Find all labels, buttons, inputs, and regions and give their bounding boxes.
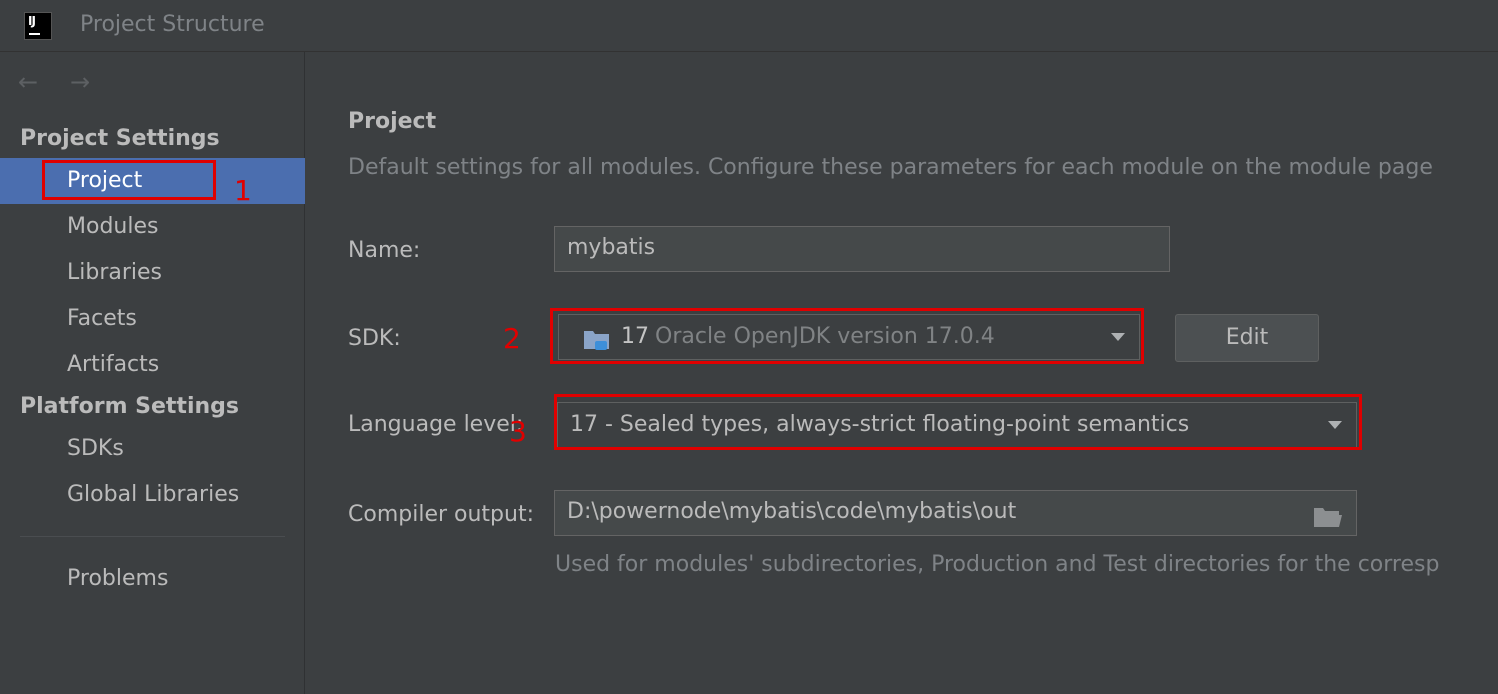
sidebar-item-project[interactable]: Project	[0, 158, 305, 204]
compiler-output-hint: Used for modules' subdirectories, Produc…	[555, 552, 1440, 577]
intellij-idea-icon: IJ	[24, 12, 52, 40]
sdk-dropdown[interactable]: 17 Oracle OpenJDK version 17.0.4	[558, 314, 1140, 360]
sidebar-item-label: Facets	[67, 306, 137, 331]
sidebar-item-problems[interactable]: Problems	[0, 556, 305, 602]
sidebar-divider	[20, 536, 285, 537]
sidebar-item-libraries[interactable]: Libraries	[0, 250, 305, 296]
sidebar-item-sdks[interactable]: SDKs	[0, 426, 305, 472]
sidebar-item-label: Project	[67, 168, 143, 193]
sidebar-item-modules[interactable]: Modules	[0, 204, 305, 250]
language-level-label: Language level:	[348, 412, 524, 437]
title-bar: IJ Project Structure	[0, 0, 1498, 52]
main-panel: Project Default settings for all modules…	[305, 52, 1498, 694]
name-field[interactable]: mybatis	[554, 226, 1170, 272]
sidebar-item-label: Problems	[67, 566, 169, 591]
language-level-dropdown[interactable]: 17 - Sealed types, always-strict floatin…	[557, 402, 1357, 448]
open-folder-icon[interactable]	[1313, 506, 1343, 532]
folder-jdk-icon	[583, 327, 611, 357]
arrow-left-icon[interactable]: ←	[18, 68, 38, 96]
compiler-output-field[interactable]: D:\powernode\mybatis\code\mybatis\out	[554, 490, 1357, 536]
sidebar-item-label: Libraries	[67, 260, 163, 285]
arrow-right-icon[interactable]: →	[70, 68, 90, 96]
chevron-down-icon	[1328, 421, 1342, 429]
name-field-value: mybatis	[567, 235, 656, 260]
annotation-number-1: 1	[234, 174, 252, 207]
sidebar-item-facets[interactable]: Facets	[0, 296, 305, 342]
annotation-number-3: 3	[509, 415, 527, 448]
annotation-number-2: 2	[503, 322, 521, 355]
sdk-detail: Oracle OpenJDK version 17.0.4	[655, 324, 995, 349]
language-level-value: 17 - Sealed types, always-strict floatin…	[570, 412, 1190, 437]
sidebar-item-label: Global Libraries	[67, 482, 240, 507]
sdk-version: 17	[621, 324, 649, 349]
page-title: Project	[348, 109, 437, 134]
section-header-project-settings: Project Settings	[20, 126, 220, 151]
sdk-label: SDK:	[348, 326, 401, 351]
window-title: Project Structure	[80, 12, 265, 37]
name-label: Name:	[348, 238, 421, 263]
edit-button[interactable]: Edit	[1175, 314, 1319, 362]
compiler-output-label: Compiler output:	[348, 502, 534, 527]
sidebar-item-label: Modules	[67, 214, 159, 239]
section-header-platform-settings: Platform Settings	[20, 394, 239, 419]
sidebar-item-artifacts[interactable]: Artifacts	[0, 342, 305, 388]
sidebar-item-label: Artifacts	[67, 352, 160, 377]
sidebar-item-label: SDKs	[67, 436, 124, 461]
sidebar-item-global-libraries[interactable]: Global Libraries	[0, 472, 305, 518]
chevron-down-icon	[1111, 333, 1125, 341]
sidebar: ← → Project Settings Project Modules Lib…	[0, 52, 305, 694]
page-description: Default settings for all modules. Config…	[348, 155, 1433, 180]
compiler-output-value: D:\powernode\mybatis\code\mybatis\out	[567, 499, 1017, 524]
